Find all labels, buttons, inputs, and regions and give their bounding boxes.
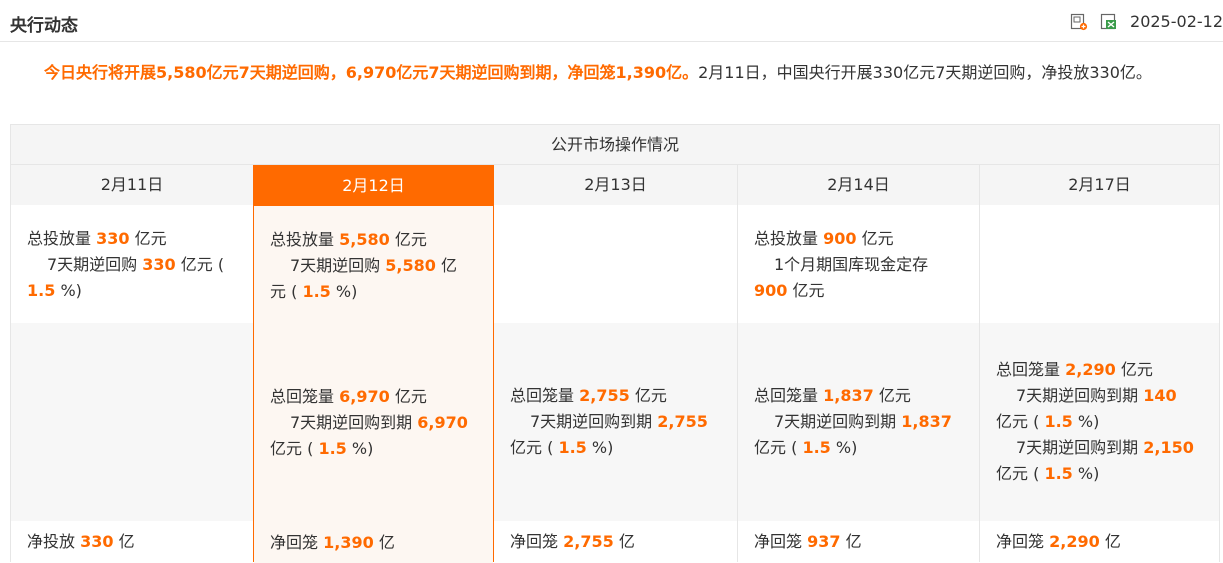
net-cell: 净投放 330 亿 (11, 521, 253, 562)
day-header[interactable]: 2月17日 (980, 165, 1219, 205)
withdrawal-cell: 总回笼量 1,837 亿元 7天期逆回购到期 1,837 亿元 ( 1.5 %) (738, 323, 979, 521)
withdrawal-total: 1,837 (823, 386, 874, 405)
section-header: 央行动态 2025-02-12 (0, 4, 1223, 42)
operation-amount: 900 (754, 281, 788, 300)
operation-amount: 2,755 (657, 412, 708, 431)
operation-rate: 1.5 (318, 439, 347, 458)
summary-paragraph: 今日央行将开展5,580亿元7天期逆回购，6,970亿元7天期逆回购到期，净回笼… (10, 60, 1223, 86)
operation-amount: 5,580 (385, 256, 436, 275)
net-amount: 330 (80, 532, 114, 551)
operation-name: 7天期逆回购到期 (774, 412, 897, 431)
net-amount: 2,755 (563, 532, 614, 551)
operation-amount: 140 (1143, 386, 1177, 405)
injection-total: 900 (823, 229, 857, 248)
day-column-feb11: 2月11日 总投放量 330 亿元 7天期逆回购 330 亿元 ( 1.5 %)… (11, 165, 253, 562)
operation-amount: 330 (142, 255, 176, 274)
withdrawal-cell: 总回笼量 6,970 亿元 7天期逆回购到期 6,970 亿元 ( 1.5 %) (254, 324, 493, 522)
label-total-withdrawal: 总回笼量 (510, 386, 575, 405)
day-column-feb12: 2月12日 总投放量 5,580 亿元 7天期逆回购 5,580 亿 亿元元 (… (253, 165, 494, 563)
withdrawal-total: 2,755 (579, 386, 630, 405)
report-date: 2025-02-12 (1130, 12, 1223, 31)
day-header[interactable]: 2月11日 (11, 165, 253, 205)
table-title: 公开市场操作情况 (11, 125, 1219, 165)
label-net: 净回笼 (996, 532, 1045, 551)
operation-name: 7天期逆回购到期 (1016, 438, 1139, 457)
label-net: 净投放 (27, 532, 76, 551)
label-total-withdrawal: 总回笼量 (270, 387, 335, 406)
label-net: 净回笼 (510, 532, 559, 551)
label-total-injection: 总投放量 (27, 229, 92, 248)
net-cell: 净回笼 2,755 亿 (494, 521, 737, 562)
label-net: 净回笼 (754, 532, 803, 551)
operation-amount: 2,150 (1143, 438, 1194, 457)
day-column-feb13: 2月13日 总回笼量 2,755 亿元 7天期逆回购到期 2,755 亿元 ( … (494, 165, 737, 562)
operation-name: 7天期逆回购 (47, 255, 138, 274)
injection-cell (980, 205, 1219, 323)
net-amount: 1,390 (323, 533, 374, 552)
operation-name: 7天期逆回购 (290, 256, 381, 275)
operation-rate: 1.5 (1044, 412, 1073, 431)
day-column-feb17: 2月17日 总回笼量 2,290 亿元 7天期逆回购到期 140 亿元 ( 1.… (979, 165, 1219, 562)
net-cell: 净回笼 1,390 亿 (254, 522, 493, 563)
net-cell: 净回笼 2,290 亿 (980, 521, 1219, 562)
label-total-withdrawal: 总回笼量 (754, 386, 819, 405)
summary-text: 2月11日，中国央行开展330亿元7天期逆回购，净投放330亿。 (698, 63, 1152, 82)
net-cell: 净回笼 937 亿 (738, 521, 979, 562)
injection-cell: 总投放量 330 亿元 7天期逆回购 330 亿元 ( 1.5 %) (11, 205, 253, 323)
operation-rate: 1.5 (558, 438, 587, 457)
withdrawal-total: 2,290 (1065, 360, 1116, 379)
operation-name: 7天期逆回购到期 (1016, 386, 1139, 405)
label-net: 净回笼 (270, 533, 319, 552)
injection-cell (494, 205, 737, 323)
label-total-injection: 总投放量 (754, 229, 819, 248)
operation-rate: 1.5 (27, 281, 56, 300)
summary-highlight: 今日央行将开展5,580亿元7天期逆回购，6,970亿元7天期逆回购到期，净回笼… (44, 63, 699, 82)
withdrawal-total: 6,970 (339, 387, 390, 406)
label-total-withdrawal: 总回笼量 (996, 360, 1061, 379)
operation-rate: 1.5 (802, 438, 831, 457)
withdrawal-cell: 总回笼量 2,290 亿元 7天期逆回购到期 140 亿元 ( 1.5 %) 7… (980, 323, 1219, 521)
injection-total: 330 (96, 229, 130, 248)
operation-name: 7天期逆回购到期 (530, 412, 653, 431)
injection-total: 5,580 (339, 230, 390, 249)
operation-amount: 1,837 (901, 412, 952, 431)
net-amount: 2,290 (1049, 532, 1100, 551)
day-header[interactable]: 2月13日 (494, 165, 737, 205)
operation-name: 1个月期国库现金定存 (774, 255, 929, 274)
injection-cell: 总投放量 900 亿元 1个月期国库现金定存 900 亿元 (738, 205, 979, 323)
withdrawal-cell: 总回笼量 2,755 亿元 7天期逆回购到期 2,755 亿元 ( 1.5 %) (494, 323, 737, 521)
excel-export-icon[interactable] (1100, 13, 1118, 31)
day-header[interactable]: 2月14日 (738, 165, 979, 205)
operation-rate: 1.5 (302, 282, 331, 301)
day-header-active[interactable]: 2月12日 (254, 166, 493, 206)
section-title: 央行动态 (10, 16, 78, 36)
operation-name: 7天期逆回购到期 (290, 413, 413, 432)
operation-amount: 6,970 (417, 413, 468, 432)
withdrawal-cell (11, 323, 253, 521)
injection-cell: 总投放量 5,580 亿元 7天期逆回购 5,580 亿 亿元元 ( 1.5 %… (254, 206, 493, 324)
open-market-operations-table: 公开市场操作情况 2月11日 总投放量 330 亿元 7天期逆回购 330 亿元… (10, 124, 1220, 563)
header-tools: 2025-02-12 (1070, 12, 1223, 31)
operation-rate: 1.5 (1044, 464, 1073, 483)
label-total-injection: 总投放量 (270, 230, 335, 249)
day-column-feb14: 2月14日 总投放量 900 亿元 1个月期国库现金定存 900 亿元 总回笼量… (737, 165, 979, 562)
net-amount: 937 (807, 532, 841, 551)
image-export-icon[interactable] (1070, 13, 1088, 31)
